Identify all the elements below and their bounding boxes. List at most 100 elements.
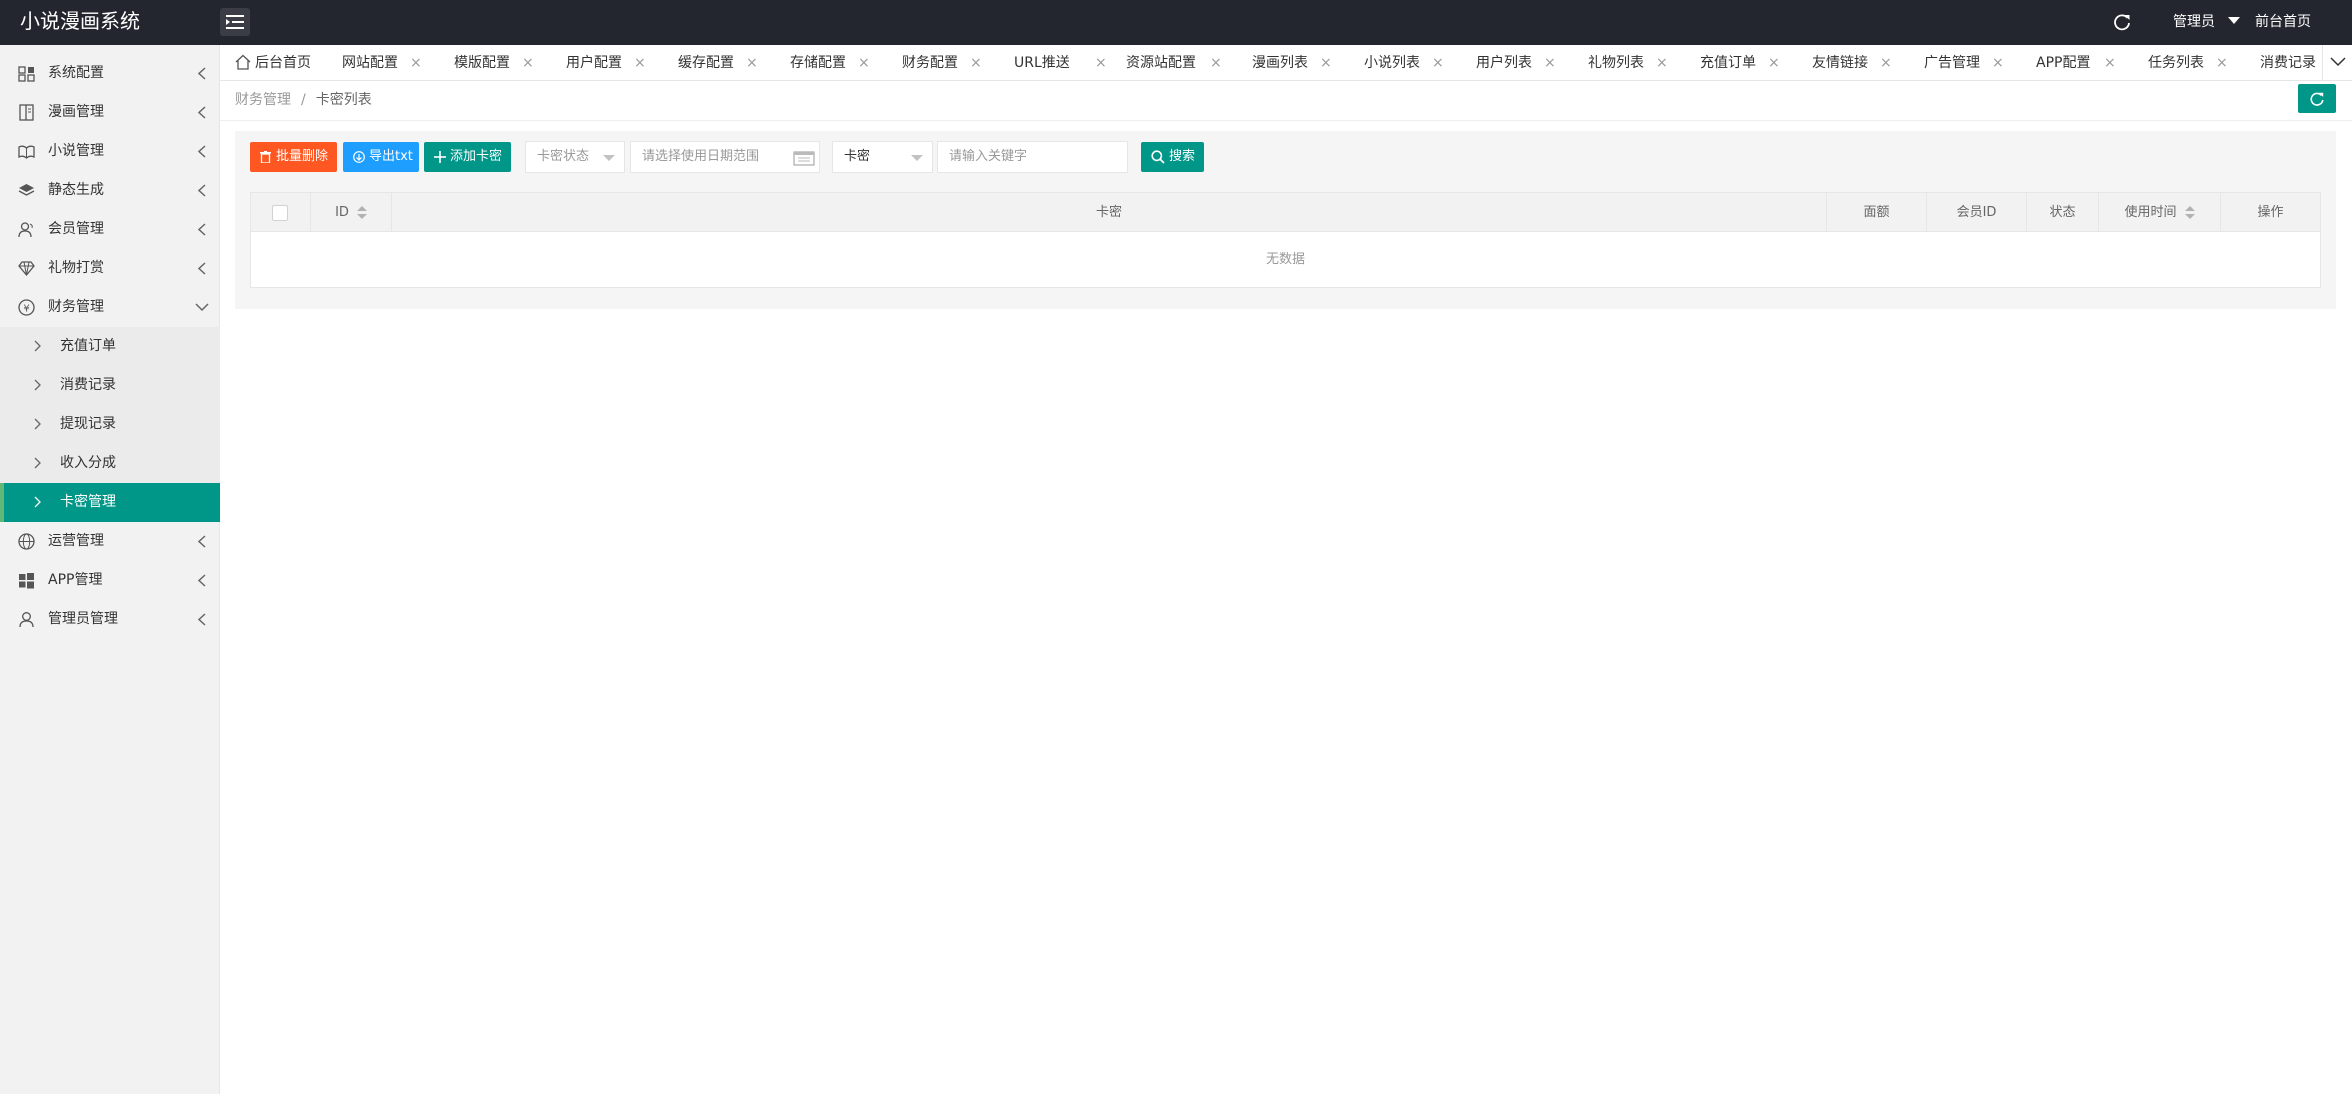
close-icon[interactable]: ×: [1320, 45, 1332, 80]
select-all-column: [251, 193, 311, 232]
column-member-id: 会员ID: [1927, 193, 2027, 232]
sidebar-item-label: 会员管理: [48, 221, 104, 237]
sidebar-item-label: 管理员管理: [48, 611, 118, 627]
tab[interactable]: 缓存配置 ×: [678, 45, 758, 80]
close-icon[interactable]: ×: [2216, 45, 2228, 80]
sidebar-item-comic[interactable]: 漫画管理: [0, 93, 220, 132]
close-icon[interactable]: ×: [1992, 45, 2004, 80]
sidebar-subitem-label: 收入分成: [60, 455, 116, 471]
batch-delete-button[interactable]: 批量删除: [250, 142, 337, 172]
close-icon[interactable]: ×: [1880, 45, 1892, 80]
sidebar-item-gifts[interactable]: 礼物打赏: [0, 249, 220, 288]
menu-fold-icon: [226, 15, 244, 29]
tab[interactable]: 资源站配置 ×: [1126, 45, 1222, 80]
tab[interactable]: 用户配置 ×: [566, 45, 646, 80]
breadcrumb-parent[interactable]: 财务管理: [235, 92, 291, 108]
globe-icon: [18, 533, 35, 550]
tab[interactable]: 模版配置 ×: [454, 45, 534, 80]
sidebar-subitem-label: 充值订单: [60, 338, 116, 354]
admin-menu[interactable]: 管理员: [2173, 0, 2215, 44]
close-icon[interactable]: ×: [1656, 45, 1668, 80]
sort-icon[interactable]: [2184, 205, 2195, 220]
tab[interactable]: URL推送 ×: [1014, 45, 1107, 80]
sidebar-item-static[interactable]: 静态生成: [0, 171, 220, 210]
card-status-select[interactable]: 卡密状态: [525, 141, 625, 173]
chevron-left-icon: [198, 223, 206, 236]
close-icon[interactable]: ×: [1768, 45, 1780, 80]
add-card-key-button[interactable]: 添加卡密: [424, 142, 511, 172]
calendar-icon: [793, 151, 815, 166]
chevron-left-icon: [198, 106, 206, 119]
reload-page-button[interactable]: [2298, 84, 2336, 113]
sidebar-item-admins[interactable]: 管理员管理: [0, 600, 220, 639]
column-actions: 操作: [2221, 193, 2320, 232]
tab-label: 财务配置: [902, 55, 958, 71]
tab-label: 礼物列表: [1588, 55, 1644, 71]
sidebar-subitem-withdrawals[interactable]: 提现记录: [0, 405, 220, 444]
search-label: 搜索: [1169, 149, 1196, 164]
close-icon[interactable]: ×: [1432, 45, 1444, 80]
close-icon[interactable]: ×: [2104, 45, 2116, 80]
sidebar-subitem-revenue-share[interactable]: 收入分成: [0, 444, 220, 483]
sort-icon[interactable]: [356, 205, 367, 220]
search-button[interactable]: 搜索: [1141, 142, 1204, 172]
tab[interactable]: 小说列表 ×: [1364, 45, 1444, 80]
export-label: 导出txt: [369, 149, 413, 164]
date-range-input[interactable]: 请选择使用日期范围: [630, 141, 820, 173]
tab[interactable]: 消费记录: [2260, 45, 2316, 80]
tab-label: URL推送: [1014, 55, 1070, 71]
sidebar-item-app[interactable]: APP管理: [0, 561, 220, 600]
sidebar-item-system-config[interactable]: 系统配置: [0, 54, 220, 93]
menu-toggle-button[interactable]: [220, 8, 250, 36]
sidebar-item-novel[interactable]: 小说管理: [0, 132, 220, 171]
column-label: ID: [335, 205, 349, 220]
tab[interactable]: 存储配置 ×: [790, 45, 870, 80]
tab[interactable]: 用户列表 ×: [1476, 45, 1556, 80]
yen-icon: ¥: [18, 299, 35, 316]
tab[interactable]: 充值订单 ×: [1700, 45, 1780, 80]
column-id[interactable]: ID: [311, 193, 392, 232]
column-label: 会员ID: [1956, 205, 1997, 220]
table-header: ID 卡密 面额 会员ID 状态 使用时间 操作: [251, 193, 2320, 232]
user-icon: [19, 612, 34, 628]
frontend-home-link[interactable]: 前台首页: [2255, 0, 2311, 44]
close-icon[interactable]: ×: [858, 45, 870, 80]
export-txt-button[interactable]: 导出txt: [343, 142, 419, 172]
tab-label: 缓存配置: [678, 55, 734, 71]
caret-down-icon: [2228, 17, 2240, 24]
tab[interactable]: 友情链接 ×: [1812, 45, 1892, 80]
refresh-icon[interactable]: [2112, 12, 2132, 32]
layers-icon: [18, 184, 35, 196]
tab[interactable]: 礼物列表 ×: [1588, 45, 1668, 80]
sidebar-item-operations[interactable]: 运营管理: [0, 522, 220, 561]
tab[interactable]: 任务列表 ×: [2148, 45, 2228, 80]
close-icon[interactable]: ×: [1095, 45, 1107, 80]
close-icon[interactable]: ×: [1544, 45, 1556, 80]
sidebar-item-label: 小说管理: [48, 143, 104, 159]
sidebar-subitem-recharge-orders[interactable]: 充值订单: [0, 327, 220, 366]
tab[interactable]: 财务配置 ×: [902, 45, 982, 80]
search-type-select[interactable]: 卡密: [832, 141, 933, 173]
sidebar-subitem-card-keys[interactable]: 卡密管理: [0, 483, 220, 522]
tab[interactable]: 漫画列表 ×: [1252, 45, 1332, 80]
caret-down-icon: [911, 155, 923, 161]
close-icon[interactable]: ×: [410, 45, 422, 80]
column-use-time[interactable]: 使用时间: [2099, 193, 2221, 232]
close-icon[interactable]: ×: [746, 45, 758, 80]
add-label: 添加卡密: [450, 149, 503, 164]
close-icon[interactable]: ×: [970, 45, 982, 80]
tab[interactable]: 网站配置 ×: [342, 45, 422, 80]
sidebar-subitem-consumption[interactable]: 消费记录: [0, 366, 220, 405]
close-icon[interactable]: ×: [634, 45, 646, 80]
sidebar-item-members[interactable]: 会员管理: [0, 210, 220, 249]
sidebar-item-label: 静态生成: [48, 182, 104, 198]
tabs-more-button[interactable]: [2322, 45, 2352, 80]
close-icon[interactable]: ×: [1210, 45, 1222, 80]
tab-dashboard[interactable]: 后台首页: [255, 45, 311, 80]
sidebar-item-finance[interactable]: ¥ 财务管理: [0, 288, 220, 327]
tab[interactable]: APP配置 ×: [2036, 45, 2116, 80]
tab[interactable]: 广告管理 ×: [1924, 45, 2004, 80]
select-all-checkbox[interactable]: [272, 205, 288, 221]
close-icon[interactable]: ×: [522, 45, 534, 80]
keyword-input[interactable]: 请输入关键字: [937, 141, 1128, 173]
